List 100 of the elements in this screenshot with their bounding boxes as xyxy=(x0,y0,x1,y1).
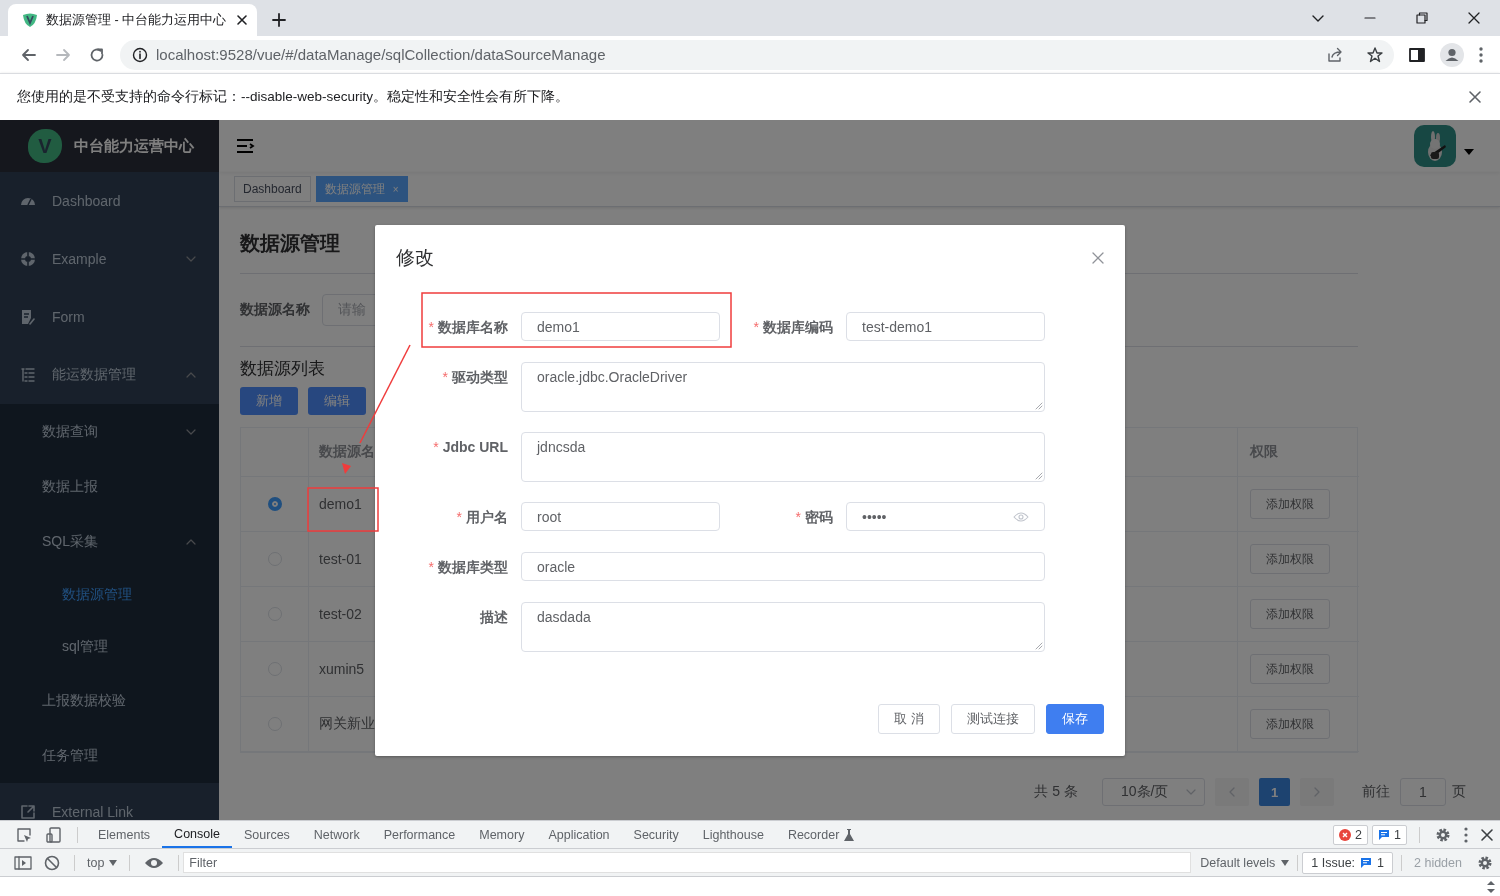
lifebuoy-icon xyxy=(20,251,36,267)
restore-icon[interactable] xyxy=(1415,11,1429,25)
field-label: * 数据库名称 xyxy=(427,318,509,337)
message-icon xyxy=(1378,828,1391,841)
field-label: * 用户名 xyxy=(455,508,509,527)
message-count[interactable]: 1 xyxy=(1372,824,1407,845)
address-bar[interactable]: localhost:9528/vue/#/dataManage/sqlCollection/dataSourceManage xyxy=(120,39,1394,70)
menu-dots-icon[interactable] xyxy=(1464,826,1468,843)
field-label: * Jdbc URL xyxy=(432,438,509,457)
caret-down-icon[interactable] xyxy=(1464,149,1474,155)
add-permission-button[interactable]: 添加权限 xyxy=(1250,654,1330,684)
dialog-title: 修改 xyxy=(396,246,435,270)
caret-down-icon xyxy=(1281,859,1290,866)
share-icon[interactable] xyxy=(1326,45,1344,64)
table-cell: test-01 xyxy=(319,551,362,567)
menu-item[interactable]: 能运数据管理 xyxy=(0,346,219,404)
clear-icon[interactable] xyxy=(44,854,60,871)
devtools-tab[interactable]: Performance xyxy=(371,821,468,848)
chevron-down-icon xyxy=(1186,787,1196,797)
resize-handle-icon[interactable] xyxy=(1035,402,1043,410)
field-label: 数据源名称 xyxy=(240,301,310,319)
devtools-tab[interactable]: Security xyxy=(621,821,691,848)
app-title: 中台能力运营中心 xyxy=(74,136,194,156)
field-label: * 密码 xyxy=(794,508,834,527)
levels-select[interactable]: Default levels xyxy=(1200,855,1290,870)
error-count[interactable]: 2 xyxy=(1333,824,1369,845)
chevron-right-icon xyxy=(1312,787,1322,797)
text-area[interactable]: jdncsda xyxy=(521,432,1045,482)
info-icon xyxy=(132,46,148,63)
devtools-tab[interactable]: Elements xyxy=(86,821,163,848)
section-title: 数据源列表 xyxy=(240,358,325,380)
menu-item[interactable]: 数据查询 xyxy=(0,404,219,459)
eye-icon[interactable] xyxy=(144,855,165,870)
add-permission-button[interactable]: 添加权限 xyxy=(1250,544,1330,574)
field-label: * 驱动类型 xyxy=(441,368,509,387)
devtools-tab[interactable]: Recorder xyxy=(775,821,867,848)
message-icon xyxy=(1360,856,1373,869)
close-icon[interactable] xyxy=(1468,90,1482,104)
devtools-tab[interactable]: Memory xyxy=(467,821,537,848)
close-icon[interactable] xyxy=(1480,827,1494,842)
menu-item[interactable]: SQL采集 xyxy=(0,514,219,569)
menu-item[interactable]: 任务管理 xyxy=(0,728,219,783)
devtools-tab[interactable]: Network xyxy=(301,821,372,848)
goto-label: 前往 xyxy=(1362,783,1390,801)
dialog-button[interactable]: 测试连接 xyxy=(951,704,1035,734)
profile-icon[interactable] xyxy=(1440,42,1464,67)
context-select[interactable]: top xyxy=(86,855,118,870)
list-icon xyxy=(20,367,36,383)
logo: V xyxy=(28,129,62,163)
menu-item[interactable]: Dashboard xyxy=(0,172,219,230)
inspect-icon[interactable] xyxy=(15,825,33,844)
error-icon xyxy=(1339,828,1352,841)
devtools-tab[interactable]: Lighthouse xyxy=(690,821,776,848)
side-panel-icon[interactable] xyxy=(1408,45,1426,64)
add-permission-button[interactable]: 添加权限 xyxy=(1250,599,1330,629)
input-field[interactable]: root xyxy=(521,502,720,531)
chevron-left-icon xyxy=(1227,787,1237,797)
password-field[interactable]: ••••• xyxy=(846,502,1045,531)
highlight-box xyxy=(307,487,379,532)
hidden-count: 2 hidden xyxy=(1414,855,1462,870)
page-input[interactable]: 1 xyxy=(1400,778,1446,806)
devtools-tab[interactable]: Application xyxy=(536,821,622,848)
menu-item[interactable]: sql管理 xyxy=(0,621,219,673)
devtools-tab[interactable]: Sources xyxy=(232,821,302,848)
favicon-icon xyxy=(22,12,38,28)
menu-item[interactable]: Example xyxy=(0,230,219,288)
resize-handle-icon[interactable] xyxy=(1035,642,1043,650)
menu-icon[interactable] xyxy=(235,136,255,156)
caret-down-icon xyxy=(109,859,118,866)
input-field[interactable]: demo1 xyxy=(521,312,720,341)
add-permission-button[interactable]: 添加权限 xyxy=(1250,489,1330,519)
menu-dots-icon[interactable] xyxy=(1478,45,1484,64)
field-label: * 数据库编码 xyxy=(752,318,834,337)
dialog-button[interactable]: 保存 xyxy=(1046,704,1104,734)
tag[interactable]: Dashboard xyxy=(234,176,311,202)
issues-button[interactable]: 1 Issue: 1 xyxy=(1302,851,1394,874)
star-icon[interactable] xyxy=(1366,45,1384,64)
page-size-select[interactable]: 10条/页 xyxy=(1102,778,1205,806)
add-permission-button[interactable]: 添加权限 xyxy=(1250,709,1330,739)
input-field[interactable]: oracle xyxy=(521,552,1045,581)
new-tab-icon[interactable] xyxy=(271,12,287,28)
input-field[interactable]: test-demo1 xyxy=(846,312,1045,341)
radio-button[interactable] xyxy=(268,497,282,511)
form-icon xyxy=(20,309,36,325)
close-icon[interactable] xyxy=(1467,11,1481,25)
table-cell: test-02 xyxy=(319,606,362,622)
filter-field[interactable]: Filter xyxy=(183,852,1192,873)
goto-suffix: 页 xyxy=(1452,783,1466,801)
dialog-button[interactable]: 取 消 xyxy=(878,704,940,734)
menu-item[interactable]: Form xyxy=(0,288,219,346)
browser-tab[interactable]: 数据源管理 - 中台能力运用中心 xyxy=(8,4,257,36)
text-area[interactable]: dasdada xyxy=(521,602,1045,652)
scroll-arrows-icon[interactable] xyxy=(1486,880,1496,894)
resize-handle-icon[interactable] xyxy=(1035,472,1043,480)
sidebar-toggle-icon[interactable] xyxy=(14,854,32,871)
flask-icon xyxy=(844,828,855,841)
field-label: 描述 xyxy=(479,608,509,627)
table-cell: xumin5 xyxy=(319,661,365,677)
text-area[interactable]: oracle.jdbc.OracleDriver xyxy=(521,362,1045,412)
device-icon[interactable] xyxy=(45,825,63,844)
